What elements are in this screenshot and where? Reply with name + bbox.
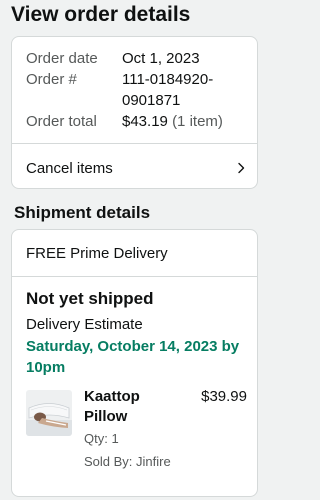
delivery-estimate-date: Saturday, October 14, 2023 by 10pm (26, 338, 240, 376)
order-number-line1: 111-0184920- (122, 71, 214, 88)
shipment-section-title: Shipment details (14, 203, 151, 222)
order-total-label: Order total (26, 113, 97, 130)
product-quantity: Qty: 1 (84, 431, 119, 446)
order-number-label: Order # (26, 71, 77, 88)
cancel-items-button[interactable]: Cancel items (12, 144, 257, 189)
shipment-card: FREE Prime Delivery Not yet shipped Deli… (11, 229, 258, 497)
order-number-line2: 0901871 (122, 92, 181, 109)
order-item-count: (1 item) (172, 113, 223, 130)
order-date-value: Oct 1, 2023 (122, 50, 200, 67)
product-thumbnail[interactable] (26, 390, 72, 436)
order-details-page: View order details Order date Oct 1, 202… (0, 0, 271, 500)
delivery-estimate-label: Delivery Estimate (26, 316, 143, 333)
order-total-value-group: $43.19 (1 item) (122, 112, 223, 131)
card-divider (12, 276, 257, 277)
cancel-items-label: Cancel items (26, 160, 113, 177)
product-price: $39.99 (201, 388, 247, 405)
chevron-right-icon (238, 162, 245, 174)
page-title: View order details (11, 3, 191, 26)
shipment-status: Not yet shipped (26, 289, 154, 308)
pillow-image-icon (26, 390, 72, 436)
order-date-label: Order date (26, 50, 98, 67)
product-seller: Sold By: Jinfire (84, 454, 171, 469)
order-total-value: $43.19 (122, 113, 168, 130)
order-summary-card: Order date Oct 1, 2023 Order # 111-01849… (11, 36, 258, 189)
product-name-link[interactable]: Kaattop Pillow (84, 387, 184, 427)
delivery-type: FREE Prime Delivery (26, 245, 168, 262)
